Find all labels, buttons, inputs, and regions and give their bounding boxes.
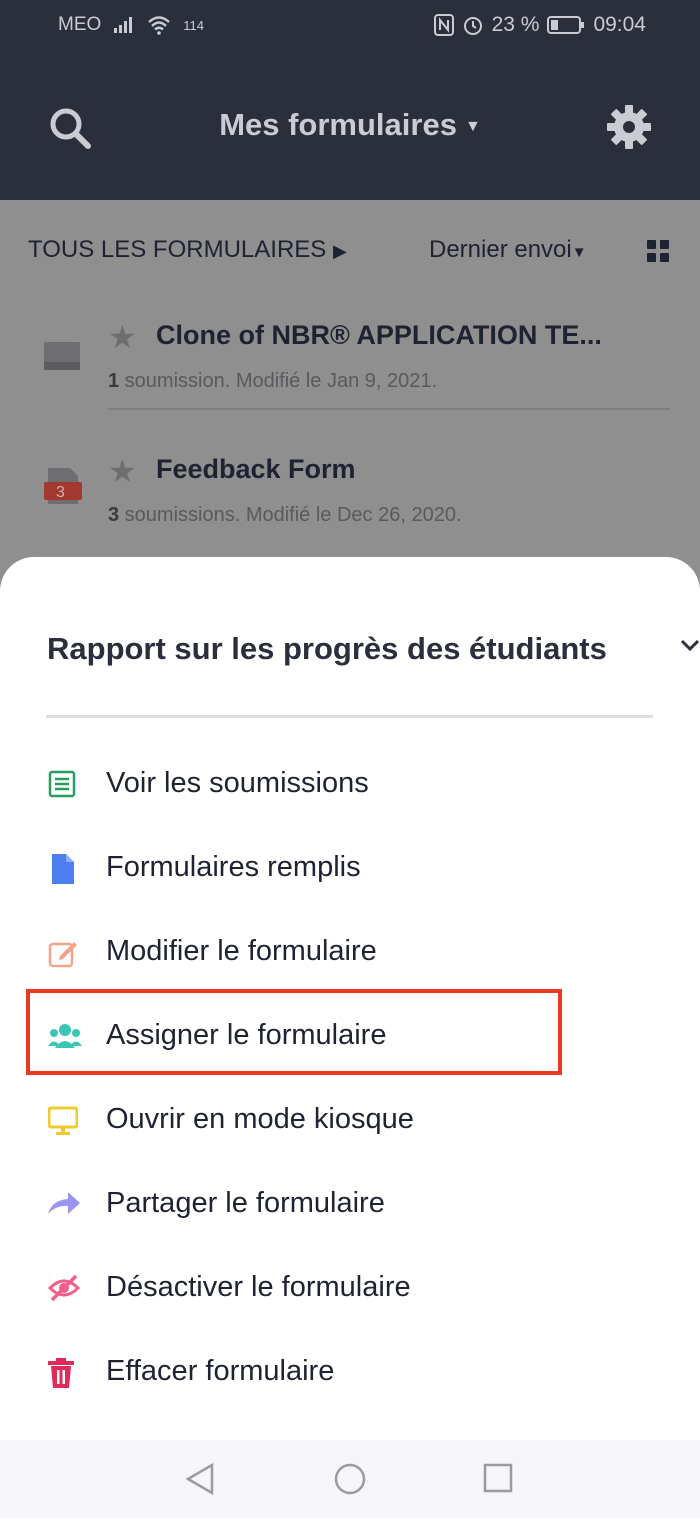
menu-item-kiosk-mode[interactable]: Ouvrir en mode kiosque: [0, 1079, 700, 1163]
star-icon[interactable]: ★: [108, 452, 137, 490]
sort-dropdown[interactable]: Dernier envoi▼: [429, 236, 587, 264]
form-actions-sheet: Rapport sur les progrès des étudiants Vo…: [0, 557, 700, 1518]
monitor-icon: [47, 1106, 80, 1138]
menu-item-filled-forms[interactable]: Formulaires remplis: [0, 827, 700, 911]
recents-icon[interactable]: [482, 1462, 514, 1499]
menu-item-label: Formulaires remplis: [106, 851, 361, 883]
edit-icon: [48, 938, 80, 970]
battery-percent: 23 %: [491, 13, 540, 36]
chevron-down-icon: ▼: [464, 117, 481, 135]
list-item[interactable]: 3 ★ Feedback Form 3 soumissions. Modifié…: [0, 446, 700, 556]
caret-right-icon: ▶: [332, 241, 347, 261]
menu-item-label: Désactiver le formulaire: [106, 1271, 411, 1303]
form-icon: [44, 342, 80, 370]
form-meta: 1 soumission. Modifié le Jan 9, 2021.: [108, 370, 438, 392]
star-icon[interactable]: ★: [108, 318, 137, 356]
back-icon[interactable]: [184, 1462, 216, 1501]
divider: [108, 408, 670, 410]
grid-view-icon[interactable]: [647, 240, 669, 269]
form-meta: 3 soumissions. Modifié le Dec 26, 2020.: [108, 504, 462, 526]
status-bar: MEO 114 23 % 09:04: [0, 0, 700, 52]
all-forms-filter[interactable]: TOUS LES FORMULAIRES ▶: [28, 236, 347, 264]
gear-icon[interactable]: [606, 104, 652, 155]
chevron-down-icon: ▼: [571, 244, 587, 261]
menu-item-label: Voir les soumissions: [106, 767, 369, 799]
forms-dropdown[interactable]: Mes formulaires ▼: [0, 107, 700, 143]
clock: 09:04: [593, 13, 646, 36]
list-item[interactable]: ★ Clone of NBR® APPLICATION TE... 1 soum…: [0, 312, 700, 412]
home-icon[interactable]: [333, 1462, 367, 1501]
filter-bar: TOUS LES FORMULAIRES ▶ Dernier envoi▼: [28, 236, 678, 268]
carrier-name: MEO: [58, 14, 102, 35]
menu-item-edit-form[interactable]: Modifier le formulaire: [0, 911, 700, 995]
sheet-title: Rapport sur les progrès des étudiants: [47, 631, 607, 666]
app-header: Mes formulaires ▼: [0, 52, 700, 200]
system-nav-bar: [0, 1440, 700, 1518]
form-name: Feedback Form: [156, 454, 356, 484]
menu-item-disable-form[interactable]: Désactiver le formulaire: [0, 1247, 700, 1331]
wifi-icon: [148, 16, 171, 35]
table-icon: [48, 770, 80, 802]
nfc-icon: [433, 14, 454, 36]
form-name: Clone of NBR® APPLICATION TE...: [156, 320, 602, 350]
alarm-icon: [463, 17, 482, 35]
network-speed: 114: [183, 17, 205, 33]
signal-icon: [114, 17, 133, 33]
menu-item-view-submissions[interactable]: Voir les soumissions: [0, 743, 700, 827]
document-icon: [48, 854, 80, 886]
trash-icon: [48, 1358, 80, 1390]
share-icon: [48, 1190, 80, 1222]
menu-item-label: Effacer formulaire: [106, 1355, 335, 1387]
page-title: Mes formulaires: [219, 107, 457, 142]
chevron-down-icon[interactable]: [680, 639, 700, 658]
menu-item-delete-form[interactable]: Effacer formulaire: [0, 1331, 700, 1415]
highlight-box: [26, 989, 562, 1075]
submission-count-badge: 3: [56, 484, 65, 501]
menu-item-label: Partager le formulaire: [106, 1187, 385, 1219]
menu-item-share-form[interactable]: Partager le formulaire: [0, 1163, 700, 1247]
menu-item-label: Ouvrir en mode kiosque: [106, 1103, 414, 1135]
eye-off-icon: [47, 1274, 81, 1306]
menu-item-label: Modifier le formulaire: [106, 935, 377, 967]
battery-icon: [547, 16, 585, 34]
divider: [46, 715, 653, 718]
